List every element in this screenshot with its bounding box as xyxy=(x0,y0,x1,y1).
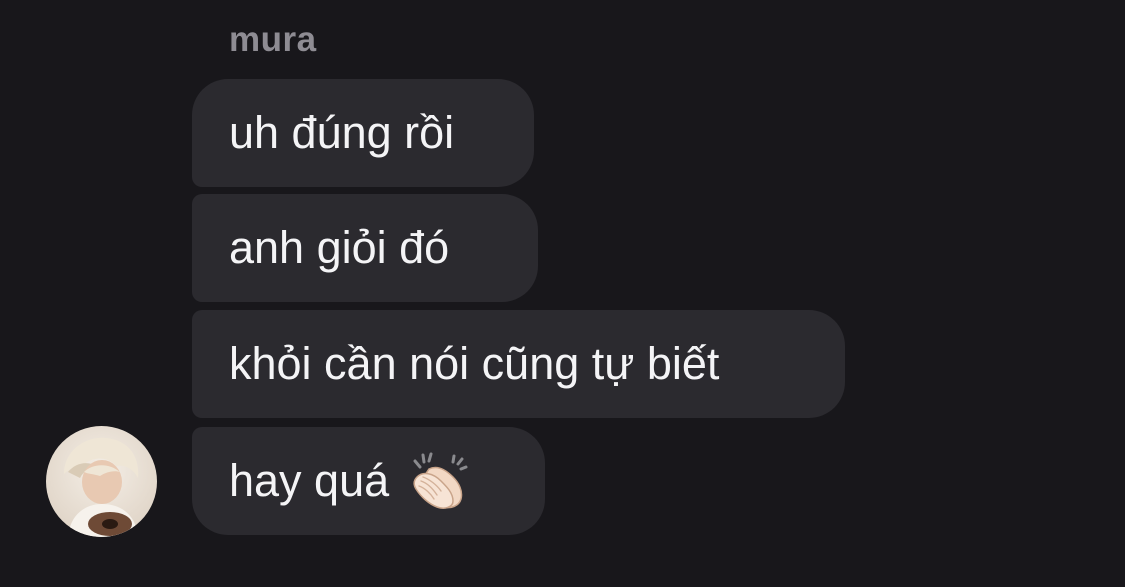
clapping-hands-icon xyxy=(409,451,471,511)
message-text: uh đúng rồi xyxy=(229,107,455,158)
message-text: khỏi cần nói cũng tự biết xyxy=(229,338,720,389)
chat-thread: mura uh đúng rồi anh giỏi đó khỏi cần nó… xyxy=(0,0,1125,587)
avatar[interactable] xyxy=(46,426,157,537)
message-text: anh giỏi đó xyxy=(229,222,450,273)
message-text: hay quá xyxy=(229,455,390,506)
avatar-photo xyxy=(46,426,157,537)
sender-name: mura xyxy=(229,20,317,59)
message-bubble[interactable]: hay quá xyxy=(192,427,545,535)
message-bubble[interactable]: uh đúng rồi xyxy=(192,79,534,187)
message-bubble[interactable]: anh giỏi đó xyxy=(192,194,538,302)
message-bubble[interactable]: khỏi cần nói cũng tự biết xyxy=(192,310,845,418)
